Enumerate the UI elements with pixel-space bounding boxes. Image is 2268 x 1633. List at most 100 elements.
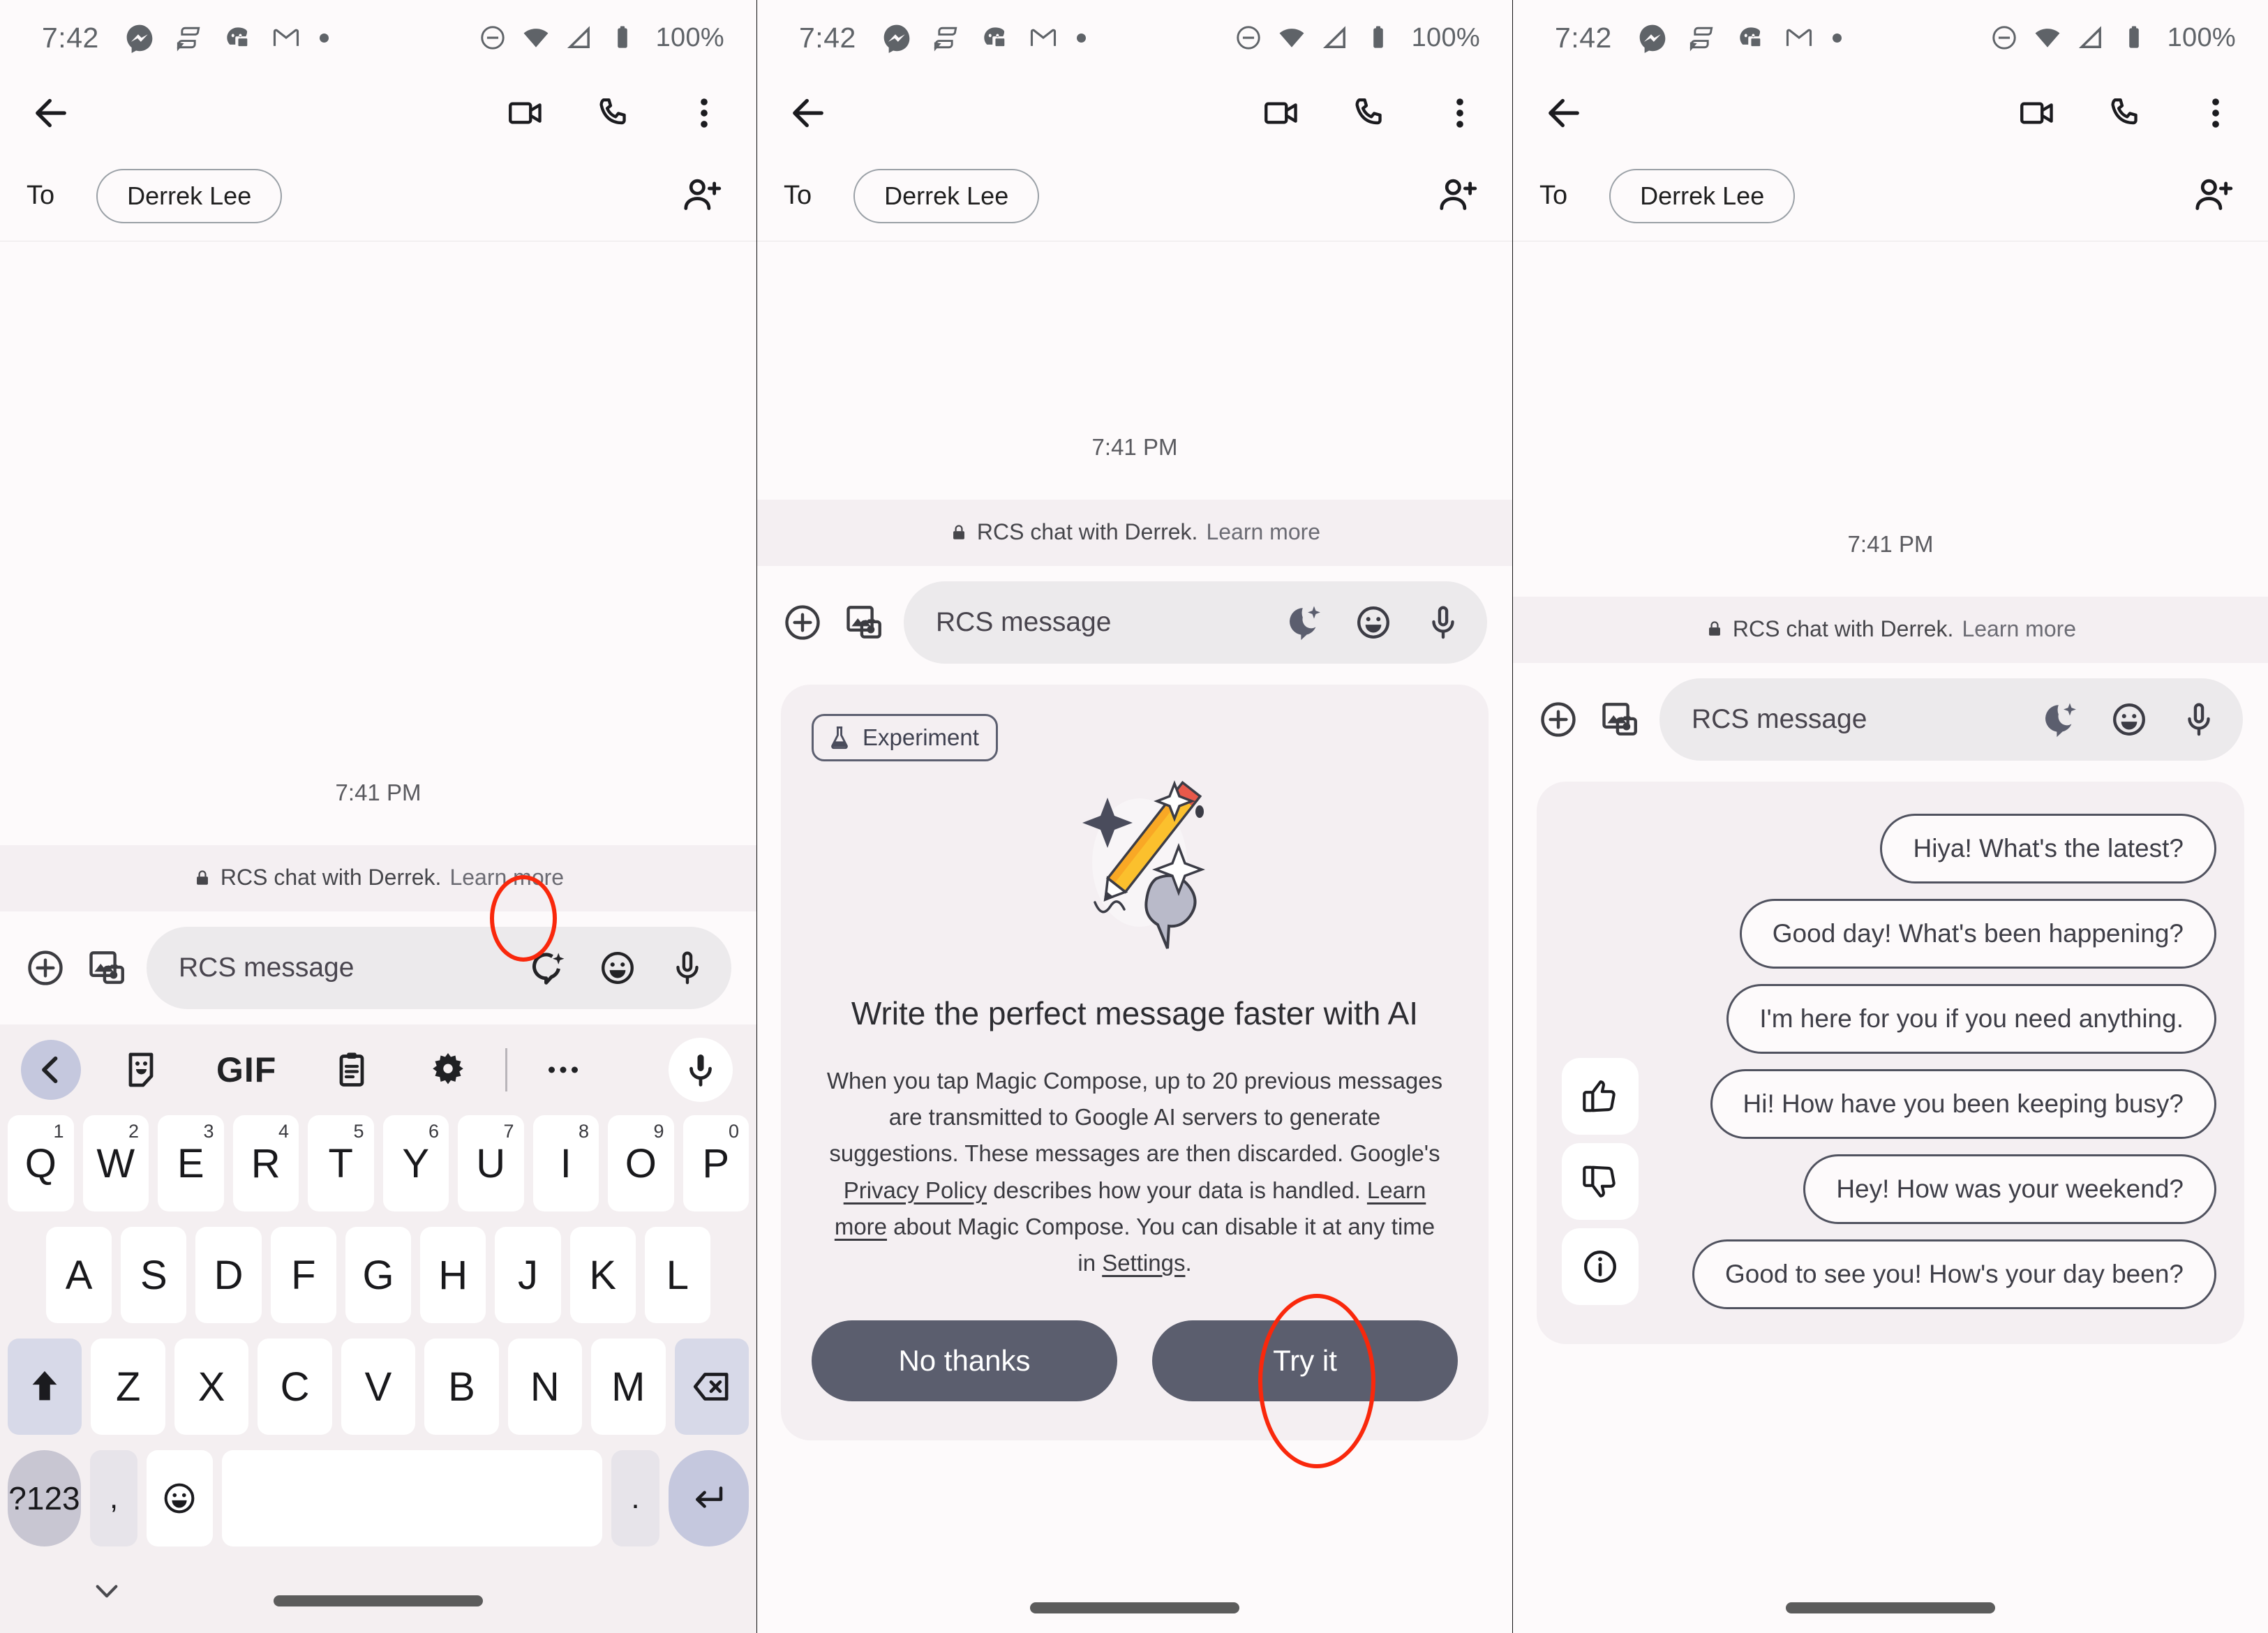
key-k[interactable]: K [569,1227,636,1323]
thumbs-down-icon[interactable] [1562,1142,1639,1220]
message-input-pill[interactable]: RCS message [147,927,731,1009]
add-person-icon[interactable] [680,174,724,218]
symbols-key[interactable]: ?123 [8,1450,81,1546]
privacy-policy-link[interactable]: Privacy Policy [844,1177,987,1203]
add-attachment-icon[interactable] [1537,698,1580,741]
key-i[interactable]: 8I [532,1115,599,1211]
phone-call-icon[interactable] [2106,93,2147,133]
add-attachment-icon[interactable] [781,601,824,644]
key-a[interactable]: A [46,1227,112,1323]
key-l[interactable]: L [644,1227,710,1323]
gallery-camera-icon[interactable] [85,946,128,990]
key-u[interactable]: 7U [458,1115,524,1211]
suggestion-chip[interactable]: Hi! How have you been keeping busy? [1710,1068,2216,1139]
gallery-camera-icon[interactable] [1598,698,1641,741]
rcs-learn-more-link[interactable]: Learn more [1962,616,2076,642]
try-it-button[interactable]: Try it [1152,1320,1458,1401]
emoji-icon[interactable] [1353,602,1394,643]
key-n[interactable]: N [507,1339,583,1435]
back-arrow-icon[interactable] [1541,90,1587,136]
key-f[interactable]: F [270,1227,336,1323]
rcs-learn-more-link[interactable]: Learn more [1206,519,1320,545]
shift-icon[interactable] [8,1339,82,1435]
key-y[interactable]: 6Y [382,1115,449,1211]
key-e[interactable]: 3E [158,1115,224,1211]
enter-icon[interactable] [668,1450,749,1546]
magic-compose-icon[interactable] [1283,602,1324,643]
emoji-icon[interactable] [2109,699,2149,740]
suggestion-chip[interactable]: Good to see you! How's your day been? [1692,1239,2216,1309]
back-arrow-icon[interactable] [785,90,831,136]
rcs-learn-more-link[interactable]: Learn more [449,865,564,890]
video-call-icon[interactable] [2017,93,2057,133]
suggestion-chip[interactable]: I'm here for you if you need anything. [1726,983,2216,1054]
key-h[interactable]: H [420,1227,486,1323]
key-z[interactable]: Z [91,1339,165,1435]
gallery-camera-icon[interactable] [842,601,886,644]
suggestion-chip[interactable]: Hey! How was your weekend? [1803,1154,2216,1224]
message-input-pill[interactable]: RCS message [904,581,1487,664]
gear-icon[interactable] [427,1049,469,1091]
key-t[interactable]: 5T [308,1115,374,1211]
more-horizontal-icon[interactable] [542,1049,584,1091]
messenger-icon [1637,22,1668,53]
navigation-handle[interactable] [1030,1602,1239,1613]
sticker-icon[interactable] [120,1049,162,1091]
gif-label[interactable]: GIF [216,1050,276,1090]
status-bar-notification-icons [124,22,329,53]
overflow-menu-icon[interactable] [684,93,724,133]
emoji-key[interactable] [147,1450,213,1546]
key-c[interactable]: C [258,1339,332,1435]
no-thanks-button[interactable]: No thanks [812,1320,1117,1401]
suggestion-chip[interactable]: Hiya! What's the latest? [1880,813,2216,883]
message-input-pill[interactable]: RCS message [1659,678,2243,761]
key-v[interactable]: V [341,1339,416,1435]
phone-call-icon[interactable] [1350,93,1391,133]
clipboard-icon[interactable] [331,1049,373,1091]
period-key[interactable]: . [611,1450,659,1546]
contact-chip-derrek-lee[interactable]: Derrek Lee [853,168,1040,223]
key-o[interactable]: 9O [608,1115,674,1211]
info-icon[interactable] [1562,1228,1639,1305]
key-m[interactable]: M [591,1339,666,1435]
key-x[interactable]: X [174,1339,249,1435]
settings-link[interactable]: Settings [1102,1250,1185,1276]
chevron-left-icon[interactable] [21,1040,81,1100]
navigation-handle[interactable] [1786,1602,1995,1613]
key-r[interactable]: 4R [232,1115,299,1211]
contact-chip-derrek-lee[interactable]: Derrek Lee [1609,168,1796,223]
overflow-menu-icon[interactable] [2195,93,2236,133]
thumbs-up-icon[interactable] [1562,1057,1639,1135]
microphone-icon[interactable] [2179,699,2219,740]
contact-chip-derrek-lee[interactable]: Derrek Lee [96,168,283,223]
emoji-icon[interactable] [597,948,638,988]
magic-compose-icon[interactable] [2039,699,2080,740]
video-call-icon[interactable] [505,93,546,133]
microphone-icon[interactable] [1423,602,1463,643]
backspace-icon[interactable] [674,1339,749,1435]
add-person-icon[interactable] [1435,174,1480,218]
spacebar-key[interactable] [221,1450,603,1546]
key-g[interactable]: G [345,1227,412,1323]
key-b[interactable]: B [424,1339,499,1435]
microphone-icon[interactable] [667,948,708,988]
key-p[interactable]: 0P [682,1115,749,1211]
chevron-down-icon[interactable] [89,1574,124,1609]
key-d[interactable]: D [195,1227,262,1323]
keyboard-microphone-icon[interactable] [669,1038,733,1102]
key-q[interactable]: 1Q [8,1115,74,1211]
key-j[interactable]: J [495,1227,561,1323]
suggestion-chip[interactable]: Good day! What's been happening? [1739,898,2216,969]
magic-compose-icon[interactable] [528,948,568,988]
comma-key[interactable]: , [89,1450,138,1546]
key-w[interactable]: 2W [82,1115,149,1211]
video-call-icon[interactable] [1261,93,1301,133]
add-person-icon[interactable] [2191,174,2236,218]
navigation-handle[interactable] [274,1595,483,1606]
lock-icon [953,524,964,539]
add-attachment-icon[interactable] [24,946,67,990]
key-s[interactable]: S [121,1227,187,1323]
back-arrow-icon[interactable] [28,90,74,136]
overflow-menu-icon[interactable] [1440,93,1480,133]
phone-call-icon[interactable] [595,93,635,133]
